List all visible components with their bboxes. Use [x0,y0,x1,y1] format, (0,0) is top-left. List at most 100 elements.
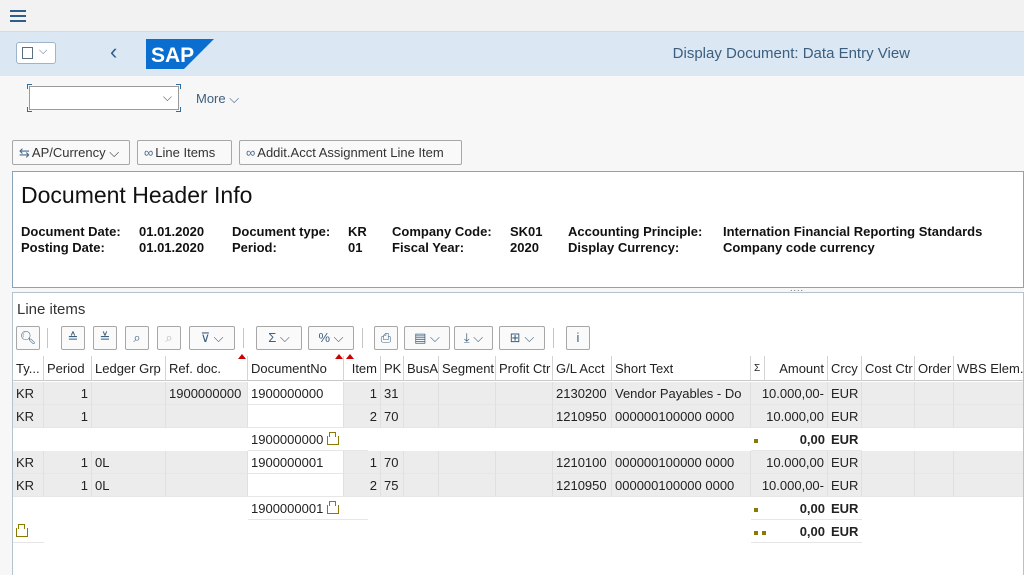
table-row[interactable]: KR 1 0L 1900000001 1 70 1210100 00000010… [13,451,1023,474]
focus-corner [27,84,32,89]
column-header[interactable]: BusA [404,356,439,381]
table-row[interactable]: KR 1 2 70 1210950 000000100000 0000 10.0… [13,405,1023,428]
column-header[interactable]: WBS Elem. [954,356,1023,381]
find-icon[interactable]: ⌕ [125,326,149,350]
profit-ctr-cell [496,382,553,405]
period-cell: 1 [44,382,92,405]
total-dropdown[interactable]: Σ ⌵ [256,326,302,350]
sum-dot-icon [754,530,758,535]
column-header[interactable]: Segment [439,356,496,381]
views-dropdown[interactable]: ▤ ⌵ [404,326,450,350]
segment-cell [439,451,496,474]
period-label: Period: [232,240,277,255]
posting-date-label: Posting Date: [21,240,105,255]
profit-ctr-cell [496,451,553,474]
wbs-cell [954,382,1023,405]
pk-cell: 70 [381,405,404,428]
profit-ctr-cell [496,474,553,497]
column-header[interactable]: Cost Ctr [862,356,915,381]
crcy-cell: EUR [828,474,862,497]
menu-dropdown-button[interactable]: ⌵ [16,42,56,64]
refdoc-cell [166,451,248,474]
back-icon[interactable]: ‹ [110,41,117,63]
separator [362,328,363,348]
total-row[interactable]: 0,00 EUR [13,520,1023,543]
subtotal-dropdown[interactable]: % ⌵ [308,326,354,350]
subtotal-icon [327,501,340,514]
find-next-icon[interactable]: ⌕ [157,326,181,350]
column-header[interactable]: Order [915,356,954,381]
layout-dropdown[interactable]: ⊞ ⌵ [499,326,545,350]
total-marker [13,520,44,543]
command-toolbar: ⌵ More ⌵ [0,76,1024,124]
busa-cell [404,451,439,474]
subtotal-amount: 0,00 [765,497,828,520]
hamburger-menu-icon[interactable] [10,10,26,22]
amount-cell: 10.000,00- [751,382,828,405]
subtotal-row[interactable]: 1900000000 0,00 EUR [13,428,1023,451]
view-icon: ▤ [414,330,427,345]
print-icon[interactable]: ⎙ [374,326,398,350]
chevron-down-icon: ⌵ [524,330,535,345]
docno-cell: 1900000000 [248,382,344,405]
line-items-button[interactable]: ∞ Line Items [137,140,232,165]
amount-cell: 10.000,00 [751,451,828,474]
chevron-down-icon[interactable]: ⌵ [163,90,172,105]
column-header[interactable]: Ty... [13,356,44,381]
column-header[interactable]: PK [381,356,404,381]
sum-marker [751,497,765,520]
cost-ctr-cell [862,382,915,405]
subtotal-doc-value: 1900000001 [251,501,324,516]
subtotal-row[interactable]: 1900000001 0,00 EUR [13,497,1023,520]
column-header[interactable]: Period [44,356,92,381]
column-header[interactable]: G/L Acct [553,356,612,381]
short-text-cell: 000000100000 0000 [612,474,751,497]
separator [553,328,554,348]
docno-cell [248,474,344,497]
docno-cell: 1900000001 [248,451,344,474]
addit-acct-button[interactable]: ∞ Addit.Acct Assignment Line Item [239,140,462,165]
filter-dropdown[interactable]: ⊽ ⌵ [189,326,235,350]
table-row[interactable]: KR 1 1900000000 1900000000 1 31 2130200 … [13,382,1023,405]
cost-ctr-cell [862,451,915,474]
column-header[interactable]: Short Text [612,356,751,381]
export-dropdown[interactable]: ⤓ ⌵ [454,326,493,350]
type-cell: KR [13,451,44,474]
ledger-cell [92,405,166,428]
table-row[interactable]: KR 1 0L 2 75 1210950 000000100000 0000 1… [13,474,1023,497]
subtotal-doc-cell: 1900000000 [248,428,368,451]
details-icon[interactable]: 🔍︎ [16,326,40,350]
short-text-cell: 000000100000 0000 [612,451,751,474]
column-header[interactable]: Profit Ctr [496,356,553,381]
sigma-icon: Σ [268,330,277,345]
type-cell: KR [13,382,44,405]
column-header[interactable]: Crcy [828,356,862,381]
type-cell: KR [13,474,44,497]
column-header[interactable]: Amount [765,356,828,381]
command-combobox[interactable]: ⌵ [27,84,181,112]
segment-cell [439,382,496,405]
segment-cell [439,405,496,428]
export-icon: ⤓ [463,330,470,345]
column-header[interactable]: Ledger Grp [92,356,166,381]
chevron-down-icon: ⌵ [213,330,224,345]
column-header[interactable]: Ref. doc. [166,356,248,381]
chevron-down-icon: ⌵ [430,330,440,345]
pk-cell: 70 [381,451,404,474]
company-code-value: SK01 [510,224,543,239]
info-icon[interactable]: i [566,326,590,350]
sort-descending-icon[interactable]: ≚ [93,326,117,350]
glasses-icon: ∞ [246,145,256,160]
column-header[interactable]: DocumentNo [248,356,344,381]
layout-icon: ⊞ [509,330,521,345]
gl-cell: 1210100 [553,451,612,474]
ap-currency-button[interactable]: ⇆ AP/Currency ⌵ [12,140,130,165]
chevron-down-icon: ⌵ [229,91,240,106]
line-items-title: Line items [17,301,86,318]
sort-ascending-icon[interactable]: ≙ [61,326,85,350]
column-header[interactable]: Item [344,356,381,381]
column-header[interactable]: Σ [751,356,765,381]
more-menu[interactable]: More ⌵ [196,91,239,107]
document-date-label: Document Date: [21,224,121,239]
cost-ctr-cell [862,474,915,497]
